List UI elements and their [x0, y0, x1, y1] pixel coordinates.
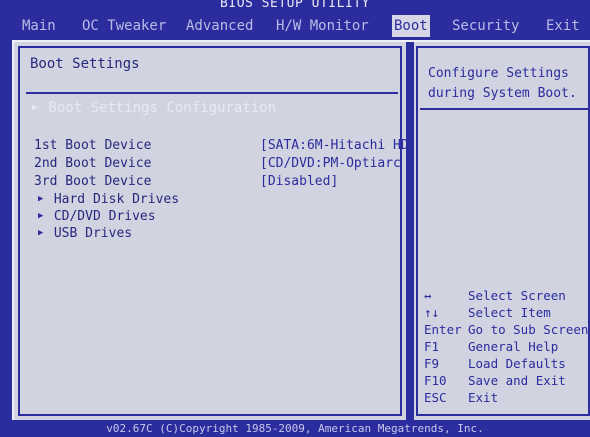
section-title: Boot Settings [30, 56, 140, 72]
boot-device-value[interactable]: [Disabled] [260, 174, 338, 189]
submenu-arrow-icon: ▶ [38, 228, 44, 238]
menu-bar: Main OC Tweaker Advanced H/W Monitor Boo… [0, 12, 590, 40]
bios-screen: BIOS SETUP UTILITY Main OC Tweaker Advan… [0, 0, 590, 437]
menu-advanced[interactable]: Advanced [186, 15, 253, 37]
help-description: Configure Settings during System Boot. [428, 64, 577, 104]
cd-dvd-drives-item[interactable]: ▶ CD/DVD Drives [38, 209, 156, 224]
boot-device-value[interactable]: [SATA:6M-Hitachi HD] [260, 138, 417, 153]
key-description: Go to Sub Screen [468, 322, 589, 337]
main-panel: Boot Settings ▶ Boot Settings Configurat… [12, 40, 590, 422]
section-divider [26, 92, 398, 94]
key-name: Enter [424, 322, 462, 337]
boot-device-value[interactable]: [CD/DVD:PM-Optiarc ] [260, 156, 417, 171]
key-name: F10 [424, 373, 447, 388]
menu-boot[interactable]: Boot [392, 15, 430, 37]
drive-menu-label: CD/DVD Drives [53, 209, 156, 224]
submenu-arrow-icon: ▶ [38, 211, 44, 221]
key-description: General Help [468, 339, 559, 354]
key-name: ESC [424, 390, 447, 405]
key-description: Load Defaults [468, 356, 566, 371]
hard-disk-drives-item[interactable]: ▶ Hard Disk Drives [38, 192, 179, 207]
menu-security[interactable]: Security [452, 15, 519, 37]
settings-pane: Boot Settings ▶ Boot Settings Configurat… [18, 46, 417, 416]
boot-device-label: 1st Boot Device [34, 138, 152, 153]
menu-exit[interactable]: Exit [546, 15, 580, 37]
key-name: ↔ [424, 288, 432, 303]
key-description: Select Screen [468, 288, 566, 303]
key-name: F1 [424, 339, 440, 354]
key-name: ↑↓ [424, 305, 440, 320]
boot-device-label: 3rd Boot Device [34, 174, 152, 189]
help-line: Configure Settings [428, 66, 569, 81]
boot-settings-configuration-label: Boot Settings Configuration [48, 100, 277, 116]
help-pane: Configure Settings during System Boot. ↔… [416, 46, 590, 416]
help-divider [420, 108, 588, 110]
copyright-footer: v02.67C (C)Copyright 1985-2009, American… [106, 422, 484, 435]
menu-oc-tweaker[interactable]: OC Tweaker [82, 15, 166, 37]
key-description: Select Item [468, 305, 551, 320]
key-description: Exit [468, 390, 499, 405]
pane-divider [406, 42, 414, 422]
usb-drives-item[interactable]: ▶ USB Drives [38, 226, 132, 241]
boot-settings-configuration-item[interactable]: ▶ Boot Settings Configuration [32, 100, 276, 116]
help-line: during System Boot. [428, 86, 577, 101]
drive-menu-label: USB Drives [53, 226, 133, 241]
submenu-arrow-icon: ▶ [32, 103, 38, 113]
drive-menu-label: Hard Disk Drives [53, 192, 180, 207]
menu-main[interactable]: Main [22, 15, 56, 37]
key-name: F9 [424, 356, 440, 371]
submenu-arrow-icon: ▶ [38, 194, 44, 204]
boot-device-label: 2nd Boot Device [34, 156, 152, 171]
menu-hw-monitor[interactable]: H/W Monitor [276, 15, 369, 37]
key-description: Save and Exit [468, 373, 566, 388]
